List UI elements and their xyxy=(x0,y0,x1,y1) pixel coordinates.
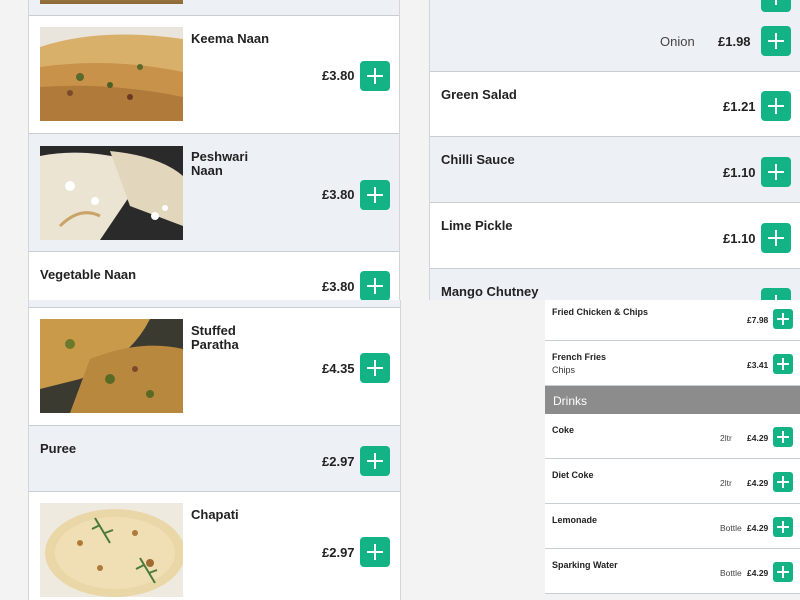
item-price: £4.29 xyxy=(747,523,769,533)
keema-naan-image xyxy=(40,27,183,121)
item-price: £3.41 xyxy=(747,360,769,370)
item-variant: Bottle xyxy=(720,523,742,533)
menu-item-variant-onion: Onion £1.98 xyxy=(430,0,800,72)
item-name: Diet Coke xyxy=(552,470,594,480)
menu-item-puree: Puree £2.97 xyxy=(29,426,400,492)
item-price: £1.98 xyxy=(718,34,751,49)
add-to-cart-button[interactable] xyxy=(360,61,390,91)
item-price: £1.21 xyxy=(723,99,756,114)
item-name: Keema Naan xyxy=(191,31,270,46)
menu-item-vegetable-naan: Vegetable Naan £3.80 xyxy=(29,252,399,300)
menu-item-lime-pickle: Lime Pickle £1.10 xyxy=(430,203,800,269)
add-to-cart-button[interactable] xyxy=(360,180,390,210)
menu-item-sparking-water: Sparking Water Bottle £4.29 xyxy=(545,549,800,594)
item-name: Lime Pickle xyxy=(441,218,513,233)
add-to-cart-button[interactable] xyxy=(761,288,791,300)
add-to-cart-button[interactable] xyxy=(761,0,791,12)
menu-item-fried-chicken-chips: Fried Chicken & Chips £7.98 xyxy=(545,300,800,341)
item-name: Chapati xyxy=(191,507,239,522)
item-price: £4.35 xyxy=(322,361,355,376)
item-name: French Fries xyxy=(552,352,607,362)
menu-item-coke: Coke 2ltr £4.29 xyxy=(545,414,800,459)
keema-naan-photo xyxy=(40,27,183,121)
add-to-cart-button[interactable] xyxy=(773,354,793,374)
menu-item-stuffed-paratha: Stuffed Paratha £4.35 xyxy=(29,308,400,426)
item-price: £2.97 xyxy=(322,545,355,560)
add-to-cart-button[interactable] xyxy=(773,427,793,447)
food-photo xyxy=(40,0,183,4)
item-name: Mango Chutney xyxy=(441,284,539,299)
menu-item-french-fries: French Fries Chips £3.41 xyxy=(545,341,800,386)
add-to-cart-button[interactable] xyxy=(360,537,390,567)
add-to-cart-button[interactable] xyxy=(773,309,793,329)
menu-item-chapati: Chapati £2.97 xyxy=(29,492,400,600)
add-to-cart-button[interactable] xyxy=(761,91,791,121)
add-to-cart-button[interactable] xyxy=(360,446,390,476)
item-name: Sparking Water xyxy=(552,560,618,570)
add-to-cart-button[interactable] xyxy=(773,472,793,492)
item-variant: Bottle xyxy=(720,568,742,578)
add-to-cart-button[interactable] xyxy=(360,271,390,300)
section-header-drinks: Drinks xyxy=(545,386,800,414)
item-name: Lemonade xyxy=(552,515,598,525)
chapati-image xyxy=(40,503,183,597)
item-name: Peshwari Naan xyxy=(191,149,249,178)
menu-column: Onion £1.98 Green Salad £1.21 Chilli Sau… xyxy=(429,0,800,300)
item-price: £3.80 xyxy=(322,279,355,294)
stuffed-paratha-photo xyxy=(40,319,183,413)
add-to-cart-button[interactable] xyxy=(773,562,793,582)
add-to-cart-button[interactable] xyxy=(761,157,791,187)
item-price: £3.80 xyxy=(322,68,355,83)
menu-item-green-salad: Green Salad £1.21 xyxy=(430,72,800,137)
item-name: Vegetable Naan xyxy=(40,267,137,282)
menu-item-keema-naan: Keema Naan £3.80 xyxy=(29,16,399,134)
item-name: Green Salad xyxy=(441,87,517,102)
item-name: Stuffed Paratha xyxy=(191,323,239,352)
stuffed-paratha-image xyxy=(40,319,183,413)
item-name: Chilli Sauce xyxy=(441,152,515,167)
add-to-cart-button[interactable] xyxy=(360,353,390,383)
item-price: £7.98 xyxy=(747,315,769,325)
item-name: Puree xyxy=(40,441,77,456)
menu-item-partial xyxy=(29,300,400,308)
add-to-cart-button[interactable] xyxy=(761,26,791,56)
item-name: Fried Chicken & Chips xyxy=(552,307,649,317)
peshwari-naan-image xyxy=(40,146,183,240)
menu-item-chilli-sauce: Chilli Sauce £1.10 xyxy=(430,137,800,203)
item-price: £1.10 xyxy=(723,165,756,180)
item-variant: 2ltr xyxy=(720,478,732,488)
item-price: £2.97 xyxy=(322,454,355,469)
menu-column: Keema Naan £3.80 Peshwari Naan £3.80 Veg… xyxy=(28,0,400,300)
menu-item-partial xyxy=(29,0,399,16)
item-name: Coke xyxy=(552,425,575,435)
chapati-photo xyxy=(40,503,183,597)
item-price: £4.29 xyxy=(747,433,769,443)
menu-item-peshwari-naan: Peshwari Naan £3.80 xyxy=(29,134,399,252)
naan-menu-panel: Keema Naan £3.80 Peshwari Naan £3.80 Veg… xyxy=(0,0,415,300)
menu-item-mango-chutney: Mango Chutney xyxy=(430,269,800,300)
item-variant: 2ltr xyxy=(720,433,732,443)
add-to-cart-button[interactable] xyxy=(761,223,791,253)
item-price: £4.29 xyxy=(747,568,769,578)
extras-menu-panel: Onion £1.98 Green Salad £1.21 Chilli Sau… xyxy=(415,0,800,300)
sides-drinks-panel: Fried Chicken & Chips £7.98 French Fries… xyxy=(545,300,800,600)
item-price: £3.80 xyxy=(322,187,355,202)
add-to-cart-button[interactable] xyxy=(773,517,793,537)
bread-menu-panel: Stuffed Paratha £4.35 Puree £2.97 Chapat… xyxy=(0,300,545,600)
item-description: Chips xyxy=(552,365,576,375)
item-price: £1.10 xyxy=(723,231,756,246)
peshwari-naan-photo xyxy=(40,146,183,240)
item-variant: Onion xyxy=(660,34,695,49)
menu-item-diet-coke: Diet Coke 2ltr £4.29 xyxy=(545,459,800,504)
menu-item-lemonade: Lemonade Bottle £4.29 xyxy=(545,504,800,549)
menu-column: Stuffed Paratha £4.35 Puree £2.97 Chapat… xyxy=(28,300,401,600)
item-price: £4.29 xyxy=(747,478,769,488)
